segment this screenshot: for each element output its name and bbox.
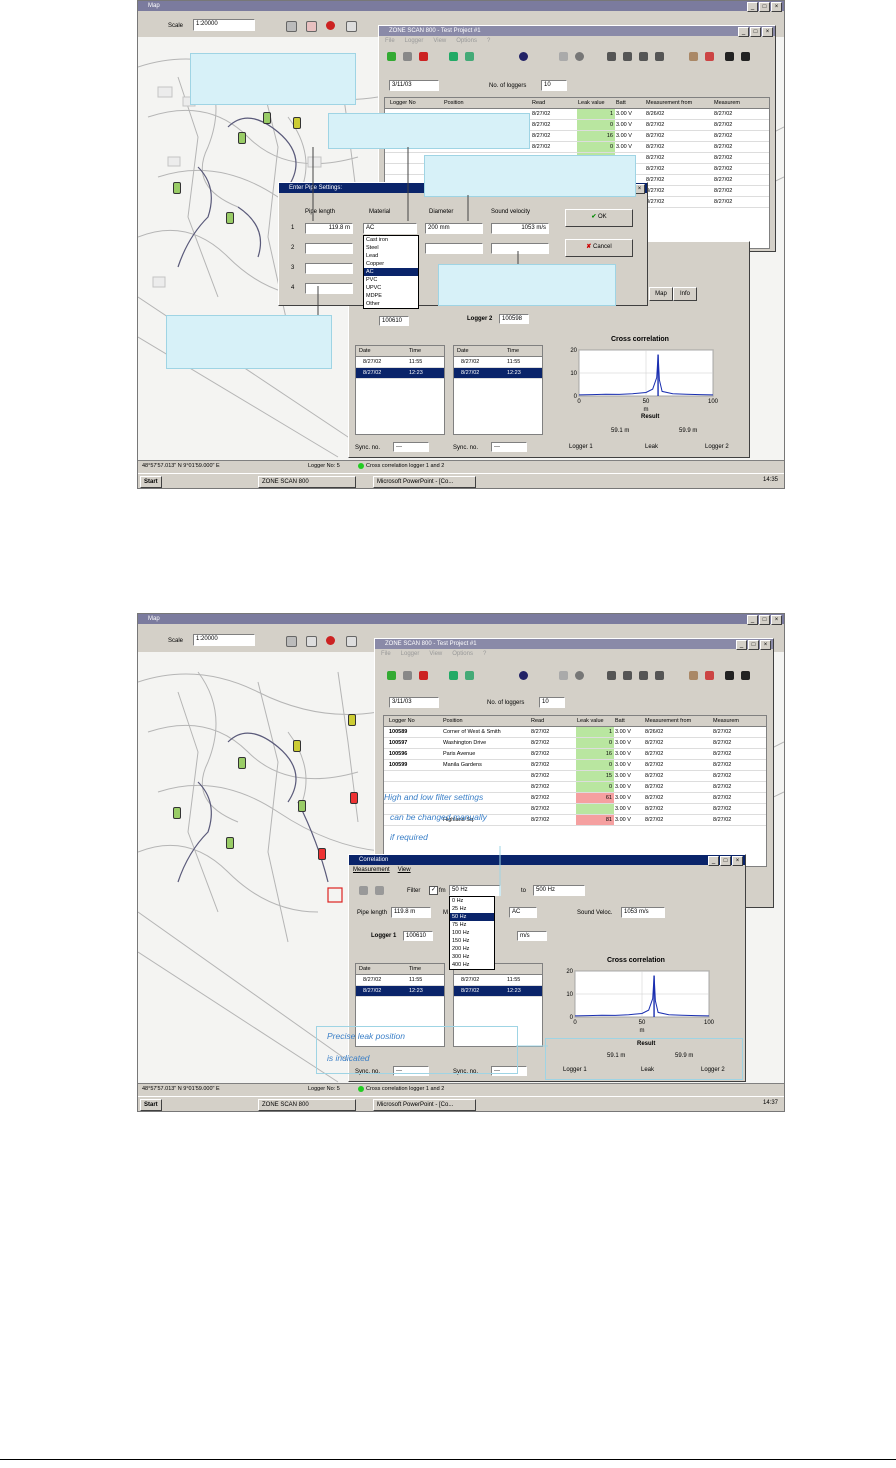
screenshot-1: Map _ □ × Scale 1:20000 48°57'57.013" N … — [137, 0, 785, 489]
page-bottom-rule — [0, 1459, 896, 1460]
callout-leader-lines — [499, 846, 548, 1047]
screenshot-2: Map _ □ × Scale 1:20000 48°57'57.013" N … — [137, 613, 785, 1112]
callout-leader-lines — [312, 147, 519, 315]
